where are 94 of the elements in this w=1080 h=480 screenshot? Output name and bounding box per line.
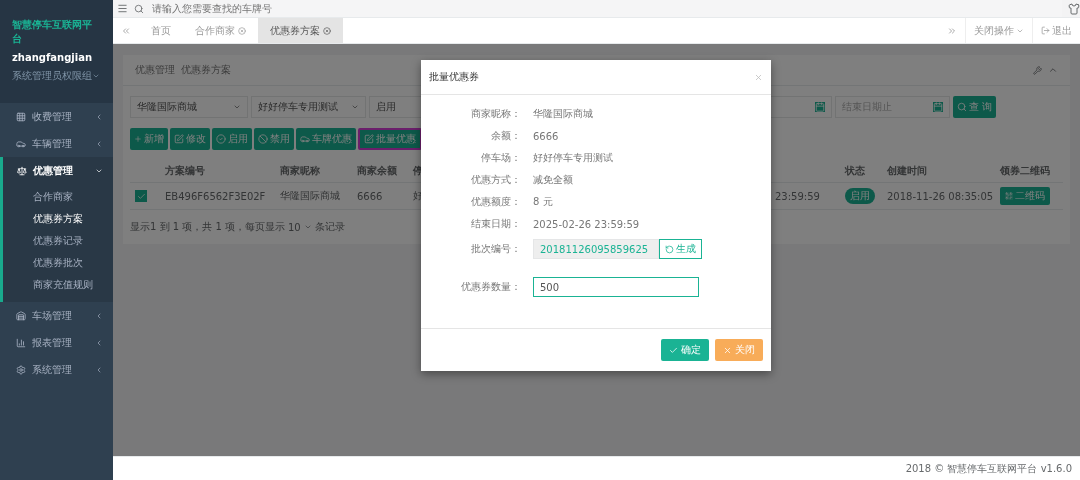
field-value: 6666 — [533, 130, 560, 142]
sidebar-subitem[interactable]: 商家充值规则 — [3, 274, 113, 296]
toolbar-button[interactable]: 修改 — [170, 128, 210, 150]
user-role[interactable]: 系统管理员权限组 — [12, 69, 101, 83]
qr-code-icon — [1005, 192, 1013, 200]
refresh-icon — [665, 244, 674, 254]
caret-icon — [351, 103, 359, 111]
edit-icon — [174, 134, 184, 144]
plus-icon — [134, 135, 142, 143]
parking-lot-select[interactable]: 好好停车专用测试 — [251, 96, 366, 118]
calendar-icon[interactable] — [933, 102, 943, 112]
sidebar-item[interactable]: 报表管理 — [0, 329, 113, 356]
settings-icon — [16, 364, 26, 375]
search-icon — [134, 3, 144, 14]
ban-icon — [258, 134, 268, 144]
car-icon — [16, 138, 26, 149]
status-badge: 启用 — [845, 188, 875, 204]
dialog-title: 批量优惠券 — [429, 70, 479, 84]
batch-number-field[interactable]: 20181126095859625 — [533, 239, 659, 259]
merchant-select[interactable]: 华隆国际商城 — [130, 96, 248, 118]
field-label: 余额： — [490, 129, 521, 143]
toolbar-button[interactable]: 车牌优惠 — [296, 128, 356, 150]
pagination-summary: 显示1 到 1 项，共 1 项，每页显示 — [130, 220, 285, 234]
toolbar-button[interactable]: 启用 — [212, 128, 252, 150]
edit-icon — [364, 134, 374, 144]
caret-icon — [95, 338, 103, 347]
check-icon — [669, 345, 678, 355]
caret-icon — [95, 139, 103, 148]
app-title: 智慧停车互联网平台 — [12, 18, 93, 46]
check-circle-icon — [216, 134, 226, 144]
query-button[interactable]: 查 询 — [953, 96, 997, 118]
caret-icon — [95, 365, 103, 374]
double-chevron-left-icon — [121, 25, 131, 36]
caret-icon — [95, 311, 103, 320]
column-header: 方案编号 — [160, 160, 275, 183]
sidebar-item[interactable]: 系统管理 — [0, 356, 113, 383]
field-label: 商家昵称： — [470, 107, 521, 121]
table-cell: EB496F6562F3E02F — [160, 183, 275, 210]
shirt-icon[interactable] — [1068, 2, 1080, 15]
grid-icon — [16, 111, 26, 122]
field-label: 优惠券数量： — [460, 280, 521, 294]
table-cell: 6666 — [352, 183, 408, 210]
field-label: 批次编号： — [470, 242, 521, 256]
qr-code-button[interactable]: 二维码 — [1000, 187, 1050, 205]
page-tab[interactable]: 优惠券方案 — [258, 18, 343, 43]
bar-chart-icon — [16, 337, 26, 348]
sidebar-item[interactable]: 车场管理 — [0, 302, 113, 329]
generate-button[interactable]: 生成 — [659, 239, 702, 259]
table-cell: 2018-11-26 08:35:05 — [882, 183, 995, 210]
breadcrumb-item[interactable]: 优惠管理 — [135, 63, 175, 77]
calendar-icon[interactable] — [815, 102, 825, 112]
field-value: 8 元 — [533, 195, 554, 209]
user-name: zhangfangjian — [12, 52, 94, 63]
caret-icon[interactable] — [303, 223, 312, 231]
menu-icon[interactable] — [117, 3, 128, 14]
caret-icon — [233, 103, 241, 111]
field-label: 优惠额度： — [470, 195, 521, 209]
row-checkbox[interactable] — [135, 190, 147, 202]
sidebar-subitem[interactable]: 合作商家 — [3, 186, 113, 208]
table-cell: 华隆国际商城 — [275, 183, 352, 210]
scale-icon — [17, 165, 27, 176]
car-icon — [300, 134, 310, 144]
column-header: 领券二维码 — [995, 160, 1063, 183]
field-value: 华隆国际商城 — [533, 107, 594, 121]
double-chevron-right-icon — [947, 25, 957, 36]
sidebar-item[interactable]: 车辆管理 — [0, 130, 113, 157]
caret-icon — [95, 112, 103, 121]
field-label: 结束日期： — [470, 217, 521, 231]
caret-icon[interactable] — [92, 72, 100, 80]
footer-text: 2018 © 智慧停车互联网平台 v1.6.0 — [905, 461, 1072, 476]
column-header: 商家昵称 — [275, 160, 352, 183]
pagination-suffix: 条记录 — [314, 220, 345, 234]
search-icon — [957, 102, 967, 112]
toolbar-button[interactable]: 新增 — [130, 128, 168, 150]
page-size-select[interactable]: 10 — [288, 221, 301, 233]
close-button[interactable]: 关闭 — [715, 339, 763, 361]
sidebar-subitem[interactable]: 优惠券方案 — [3, 208, 113, 230]
check-icon — [136, 191, 146, 201]
column-header: 商家余额 — [352, 160, 408, 183]
field-value: 2025-02-26 23:59:59 — [533, 218, 641, 230]
confirm-button[interactable]: 确定 — [661, 339, 709, 361]
column-header: 创建时间 — [882, 160, 995, 183]
column-header: 状态 — [840, 160, 882, 183]
logout-icon — [1041, 26, 1050, 35]
sidebar-subitem[interactable]: 优惠券批次 — [3, 252, 113, 274]
wrench-icon[interactable] — [1033, 65, 1042, 75]
building-icon — [16, 310, 26, 321]
toolbar-button[interactable]: 禁用 — [254, 128, 294, 150]
collapse-icon[interactable] — [1048, 65, 1058, 75]
sidebar-subitem[interactable]: 优惠券记录 — [3, 230, 113, 252]
toolbar-button[interactable]: 批量优惠 — [358, 128, 422, 150]
sidebar-item[interactable]: 收费管理 — [0, 103, 113, 130]
sidebar-item[interactable]: 优惠管理 — [0, 157, 113, 184]
quantity-field[interactable]: 500 — [533, 277, 699, 297]
